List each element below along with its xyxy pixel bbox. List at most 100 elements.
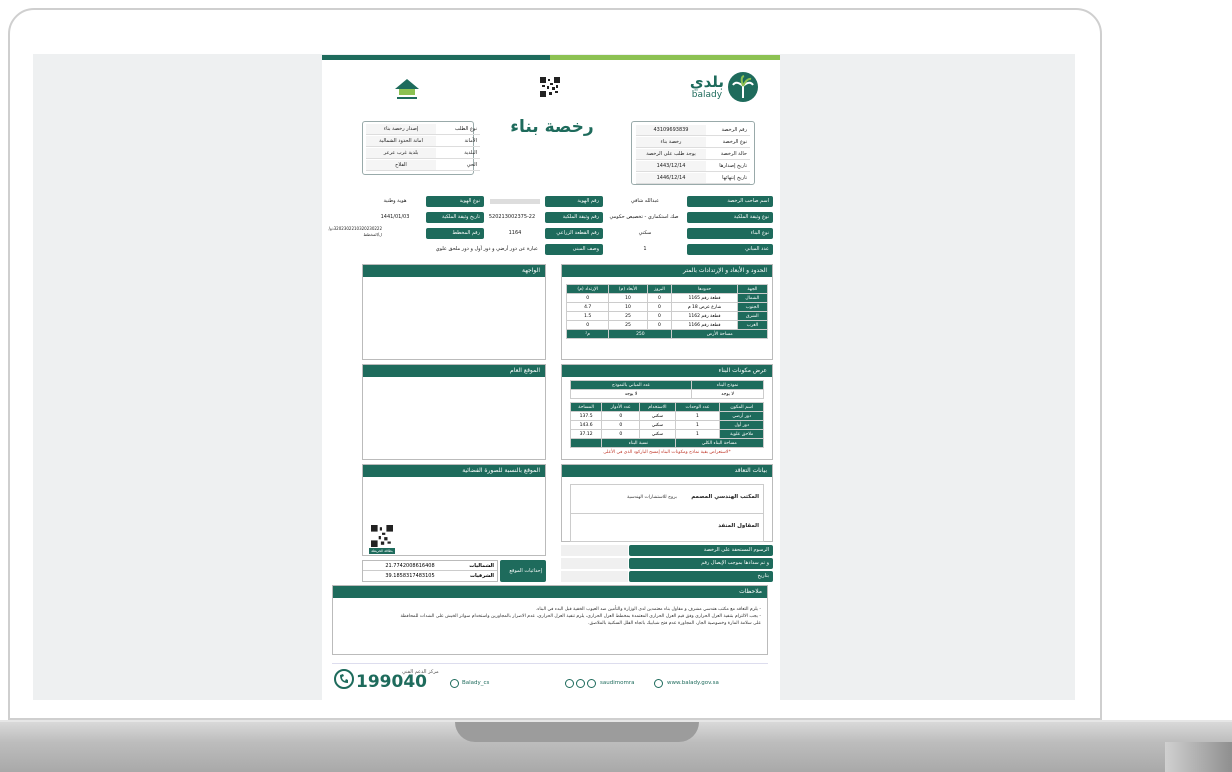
note-line: على سلامة المارة وخصوصية الجار، المجاورة… [588, 621, 761, 626]
request-info-value: امانة الحدود الشمالية [366, 136, 436, 147]
request-info-label: الحي [436, 160, 480, 171]
hotline-number: 199040 [356, 672, 427, 692]
count-label: عدد المباني [687, 244, 773, 255]
boundaries-panel: الحدود و الأبعاد و الإرتدادات بالمتر الج… [561, 264, 773, 360]
boundaries-header: الأبعاد (م) [608, 284, 648, 294]
map-qr-caption: بطاقة الخريطة [369, 548, 395, 554]
components-cell: 0 [601, 420, 641, 430]
fee-value-bar [561, 545, 628, 556]
plan-label: رقم المخطط [426, 228, 484, 239]
map-qr-icon[interactable] [371, 525, 393, 547]
id-value [490, 199, 540, 204]
total-area-label: مساحة البناء الكلي [674, 438, 765, 448]
components-cell: 143.6 [569, 420, 603, 430]
contract-panel: بيانات التعاقد المكتب الهندسي المصمم برو… [561, 464, 773, 542]
website-link[interactable]: www.balady.gov.sa [667, 680, 719, 686]
youtube-icon[interactable] [565, 679, 574, 688]
deed-type-label: نوع وثيقة الملكية [687, 212, 773, 223]
ministry-logo-icon [395, 79, 419, 99]
license-info-row: رقم الرخصة 43109693839 [636, 125, 750, 136]
fee-value-bar [561, 571, 628, 582]
boundaries-header: البروز [646, 284, 673, 294]
twitter-icon[interactable] [450, 679, 459, 688]
building-license-document: بلدي balady رخصة بناء رقم الرخصة 43109693… [322, 55, 780, 701]
table-row: دور أرضي 1 سكني 0 137.5 [569, 411, 764, 421]
contract-title: بيانات التعاقد [562, 465, 772, 477]
components-cell: ملاحق علوية [719, 429, 764, 439]
id-type-value: هوية وطنية [383, 198, 407, 204]
components-header: المساحة [569, 402, 603, 412]
document-title: رخصة بناء [510, 117, 594, 137]
license-info-value: 43109693839 [636, 125, 706, 136]
top-stripe-dark [322, 55, 550, 60]
web-icon[interactable] [654, 679, 663, 688]
components-table: اسم المكون عدد الوحدات الاستخدام عدد الأدوا… [569, 402, 765, 448]
logo-english: balady [691, 90, 723, 100]
social-handle[interactable]: saudimomra [600, 680, 634, 686]
twitter-handle[interactable]: Balady_cs [462, 680, 489, 686]
hotline-label: مركز الدعم الفني [402, 669, 439, 675]
ratio-label: نسبة البناء [601, 438, 676, 448]
satellite-title: الموقع بالنسبة للصورة الفضائية [363, 465, 545, 477]
east-value: 39.1858317483105 [385, 573, 435, 579]
facade-title: الواجهة [363, 265, 545, 277]
boundaries-cell: الجنوب [736, 302, 769, 312]
boundaries-title: الحدود و الأبعاد و الإرتدادات بالمتر [562, 265, 772, 277]
plot-label: رقم القطعة الزراعي [545, 228, 603, 239]
boundaries-cell: 10 [608, 302, 648, 312]
boundaries-cell: 1.5 [565, 311, 610, 321]
components-cell: 137.5 [569, 411, 603, 421]
table-row: ملاحق علوية 1 سكني 0 37.12 [569, 429, 764, 439]
satellite-panel: الموقع بالنسبة للصورة الفضائية بطاقة الخ… [362, 464, 546, 556]
plot-value: 1164 [508, 230, 522, 236]
id-label: رقم الهوية [545, 196, 603, 207]
license-info-value: رخصة بناء [636, 137, 706, 148]
facade-panel: الواجهة [362, 264, 546, 360]
table-row: الشرق قطعة رقم 1162 0 25 1.5 [565, 311, 769, 321]
components-cell: 1 [674, 429, 721, 439]
request-info-row: البلدية بلدية غرب عرعر [366, 148, 480, 159]
components-cell: دور أرضي [719, 411, 764, 421]
model-table: نموذج البناء عدد المباني بالنموذج لا يوجد… [569, 380, 764, 399]
boundaries-cell: 0 [565, 320, 610, 330]
boundaries-cell: 25 [608, 311, 648, 321]
model-value: لا يوجد [691, 389, 764, 399]
boundaries-header: الإرتداد (م) [565, 284, 610, 294]
model-label: نموذج البناء [691, 380, 764, 390]
instagram-icon[interactable] [587, 679, 596, 688]
license-info-label: رقم الرخصة [706, 125, 750, 136]
components-cell: 0 [601, 411, 641, 421]
boundaries-cell: قطعة رقم 1162 [671, 311, 738, 321]
owner-value: عبدالله شافي [630, 198, 660, 204]
model-count-label: عدد المباني بالنموذج [569, 380, 693, 390]
coords-box: الشماليات 21.7742008616408 الشرقيات 39.1… [362, 560, 498, 582]
qr-code-icon[interactable] [540, 77, 560, 97]
deed-type-value: صك استكماري - تخصيص حكومي [609, 214, 679, 220]
components-cell: سكني [639, 411, 676, 421]
coords-label: إحداثيات الموقع [500, 560, 546, 582]
boundaries-cell: 0 [646, 311, 673, 321]
license-info-row: حالة الرخصة يوجد طلب على الرخصة [636, 149, 750, 160]
desc-value: عبارة عن دور أرضي و دور أول و دور ملحق ع… [435, 246, 538, 252]
request-info-value: بلدية غرب عرعر [366, 148, 436, 159]
facebook-icon[interactable] [576, 679, 585, 688]
components-cell: دور أول [719, 420, 764, 430]
laptop-notch [455, 722, 699, 742]
boundaries-cell: 0 [565, 293, 610, 303]
engineer-label: المكتب الهندسي المصمم [691, 494, 759, 500]
phone-icon [334, 669, 354, 689]
note-line: - يجب الالتزام بتنفيذ العزل الحراري وفق … [400, 614, 761, 619]
boundaries-cell: الغرب [736, 320, 769, 330]
north-value: 21.7742008616408 [385, 563, 435, 569]
boundaries-header: الجهة [736, 284, 769, 294]
balady-logo: بلدي balady [672, 69, 758, 105]
area-label: مساحة الأرض [671, 329, 768, 339]
id-type-label: نوع الهوية [426, 196, 484, 207]
notes-title: ملاحظات [333, 586, 767, 598]
build-type-label: نوع البناء [687, 228, 773, 239]
components-header: عدد الأدوار [601, 402, 641, 412]
boundaries-cell: 0 [646, 302, 673, 312]
ratio-value [569, 438, 603, 448]
general-site-title: الموقع العام [363, 365, 545, 377]
license-info-value: 1446/12/14 [636, 173, 706, 184]
